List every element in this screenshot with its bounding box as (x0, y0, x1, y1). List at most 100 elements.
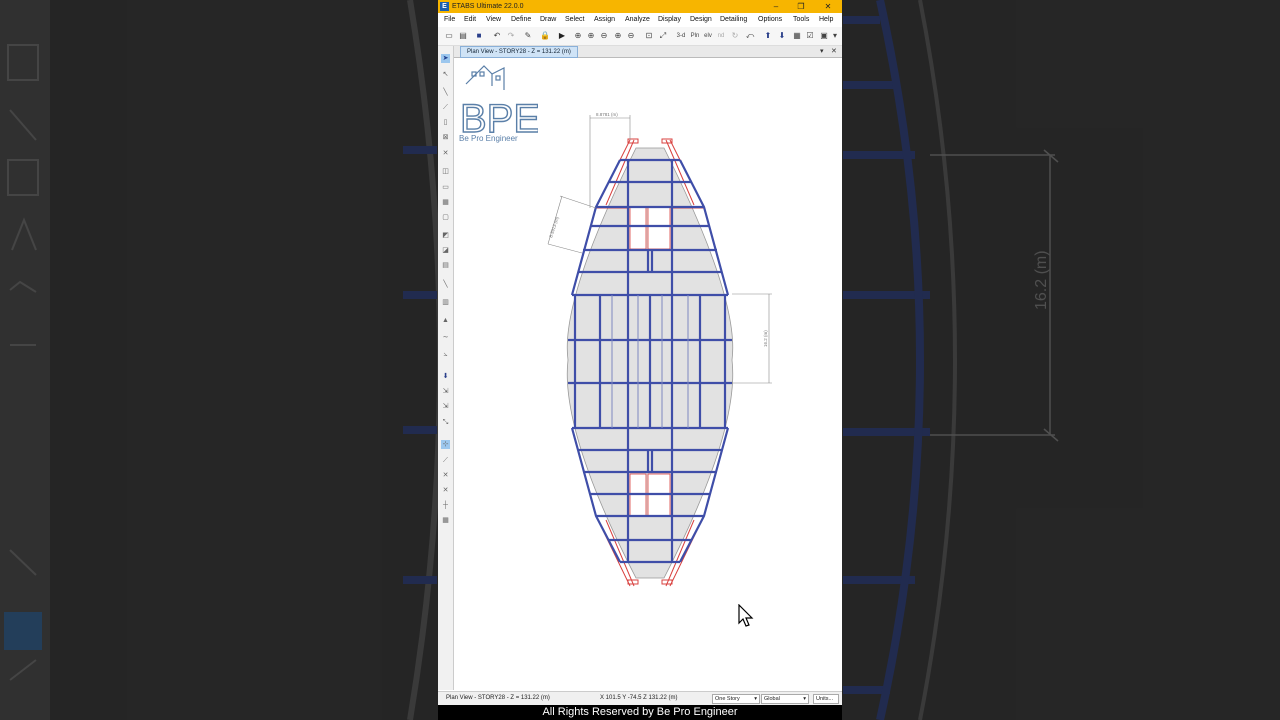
draw-line-icon[interactable]: ╲ (441, 280, 450, 289)
copyright-footer: All Rights Reserved by Be Pro Engineer (438, 705, 842, 720)
object-shrink-icon[interactable]: ▣ (819, 31, 829, 41)
structural-plan-drawing[interactable]: 8.8781 (m) 8.3913 (m) 16.2 (m) (454, 58, 840, 690)
dimension-label-right: 16.2 (m) (763, 330, 768, 347)
mouse-cursor-icon (738, 603, 756, 628)
zoom-window-icon[interactable]: ⊕ (573, 31, 583, 41)
move-up-icon[interactable]: ⬆ (763, 31, 773, 41)
zoom-out-icon[interactable]: ⊖ (599, 31, 609, 41)
lock-icon[interactable]: 🔒 (540, 31, 550, 41)
draw-column-icon[interactable]: ▯ (441, 118, 450, 127)
snap-perpendicular-icon[interactable]: ✕ (441, 486, 450, 495)
snap-lines-icon[interactable]: ┼ (441, 501, 450, 510)
select-intersecting-icon[interactable]: ⤡ (441, 418, 450, 427)
menu-design[interactable]: Design (690, 13, 712, 27)
menu-help[interactable]: Help (819, 13, 833, 27)
nd-view-button[interactable]: nd (716, 31, 726, 41)
draw-beam-icon[interactable]: ⟋ (441, 103, 450, 112)
menu-options[interactable]: Options (758, 13, 782, 27)
dimension-line (547, 243, 583, 254)
perspective-toggle-icon[interactable]: ⤺ (745, 31, 755, 41)
menu-define[interactable]: Define (511, 13, 531, 27)
get-previous-selection-icon[interactable]: ⇲ (441, 387, 450, 396)
status-view-label: Plan View - STORY28 - Z = 131.22 (m) (446, 695, 550, 701)
move-down-icon[interactable]: ⬇ (777, 31, 787, 41)
restore-button[interactable]: ❐ (791, 0, 811, 13)
draw-tendon-icon[interactable]: ▲ (441, 316, 450, 325)
set-display-options-icon[interactable]: ▦ (792, 31, 802, 41)
undo-icon[interactable]: ↶ (492, 31, 502, 41)
new-file-icon[interactable]: ▭ (444, 31, 454, 41)
open-file-icon[interactable]: ▤ (458, 31, 468, 41)
plan-view-button[interactable]: Pln (689, 31, 701, 41)
view-3d-button[interactable]: 3-d (674, 31, 688, 41)
minimize-button[interactable]: – (766, 0, 786, 13)
status-bar: Plan View - STORY28 - Z = 131.22 (m) X 1… (438, 691, 842, 705)
plan-view-canvas[interactable]: 8.8781 (m) 8.3913 (m) 16.2 (m) (454, 58, 840, 690)
menu-file[interactable]: File (444, 13, 455, 27)
clear-selection-icon[interactable]: ⇲ (441, 402, 450, 411)
pencil-icon[interactable]: ✎ (523, 31, 533, 41)
pointer-icon[interactable]: ➤ (441, 54, 450, 63)
zoom-previous-icon[interactable]: ⊕ (613, 31, 623, 41)
menu-tools[interactable]: Tools (793, 13, 809, 27)
tab-menu-icon[interactable]: ▾ (820, 46, 824, 57)
etabs-app-icon: E (440, 2, 449, 11)
story-select-dropdown[interactable]: One Story ▾ (712, 694, 760, 704)
dimension-label-left: 8.3913 (m) (548, 216, 560, 239)
redo-icon[interactable]: ↷ (506, 31, 516, 41)
snap-points-icon[interactable]: ⊹ (441, 440, 450, 449)
main-toolbar: ▭ ▤ ■ ↶ ↷ ✎ 🔒 ▶ ⊕ ⊕ ⊖ ⊕ ⊖ ⊡ ⤢ 3-d Pln el… (438, 27, 842, 46)
menu-analyze[interactable]: Analyze (625, 13, 650, 27)
menu-view[interactable]: View (486, 13, 501, 27)
reshape-icon[interactable]: ↖ (441, 70, 450, 79)
menu-assign[interactable]: Assign (594, 13, 615, 27)
draw-link-icon[interactable]: ✕ (441, 149, 450, 158)
draw-wall-icon[interactable]: ◩ (441, 231, 450, 240)
logo-caption: Be Pro Engineer (459, 134, 518, 143)
tab-plan-view[interactable]: Plan View - STORY28 - Z = 131.22 (m) (460, 46, 578, 58)
draw-section-cut-icon[interactable]: ▥ (441, 298, 450, 307)
draw-joint-icon[interactable]: ╲ (441, 88, 450, 97)
pan-icon[interactable]: ⤢ (658, 31, 668, 41)
tab-close-icon[interactable]: ✕ (831, 46, 837, 57)
menu-bar: File Edit View Define Draw Select Assign… (438, 13, 842, 27)
units-button[interactable]: Units... (813, 694, 839, 704)
menu-edit[interactable]: Edit (464, 13, 476, 27)
draw-brace-icon[interactable]: ⊠ (441, 133, 450, 142)
checkbox-icon[interactable]: ☑ (805, 31, 815, 41)
coord-system-value: Global (764, 696, 780, 702)
core-opening (647, 206, 671, 250)
menu-display[interactable]: Display (658, 13, 681, 27)
story-select-value: One Story (715, 696, 740, 702)
draw-dimension-icon[interactable]: ⦣ (441, 350, 450, 359)
quick-draw-floor-icon[interactable]: ▦ (441, 198, 450, 207)
save-icon[interactable]: ■ (474, 31, 484, 41)
quick-draw-wall-icon[interactable]: ◪ (441, 246, 450, 255)
snap-fine-grid-icon[interactable]: ▦ (441, 516, 450, 525)
close-button[interactable]: ✕ (818, 0, 838, 13)
menu-detailing[interactable]: Detailing (720, 13, 747, 27)
toolbar-overflow-icon[interactable]: ▾ (831, 31, 839, 41)
draw-floor-icon[interactable]: ◫ (441, 167, 450, 176)
rotate-3d-icon[interactable]: ↻ (730, 31, 740, 41)
draw-curve-icon[interactable]: ∼ (441, 333, 450, 342)
elevation-view-button[interactable]: elv (702, 31, 714, 41)
left-draw-toolbar: ➤ ↖ ╲ ⟋ ▯ ⊠ ✕ ◫ ▭ ▦ ▢ ◩ ◪ ▤ ╲ ▥ ▲ ∼ ⦣ ⬇ … (438, 46, 454, 690)
menu-select[interactable]: Select (565, 13, 584, 27)
rubber-band-zoom-icon[interactable]: ⊡ (644, 31, 654, 41)
draw-rect-floor-icon[interactable]: ▭ (441, 183, 450, 192)
chevron-down-icon: ▾ (754, 696, 757, 702)
select-all-icon[interactable]: ⬇ (441, 372, 450, 381)
window-title: ETABS Ultimate 22.0.0 (452, 3, 524, 10)
draw-wall-stack-icon[interactable]: ▤ (441, 261, 450, 270)
run-analysis-icon[interactable]: ▶ (557, 31, 567, 41)
zoom-in-icon[interactable]: ⊕ (586, 31, 596, 41)
zoom-fit-icon[interactable]: ⊖ (626, 31, 636, 41)
menu-draw[interactable]: Draw (540, 13, 556, 27)
core-opening (629, 206, 647, 250)
snap-intersections-icon[interactable]: ✕ (441, 471, 450, 480)
etabs-window: E ETABS Ultimate 22.0.0 – ❐ ✕ File Edit … (438, 0, 842, 720)
coord-system-dropdown[interactable]: Global ▾ (761, 694, 809, 704)
draw-opening-icon[interactable]: ▢ (441, 213, 450, 222)
snap-ends-icon[interactable]: ⟋ (441, 456, 450, 465)
